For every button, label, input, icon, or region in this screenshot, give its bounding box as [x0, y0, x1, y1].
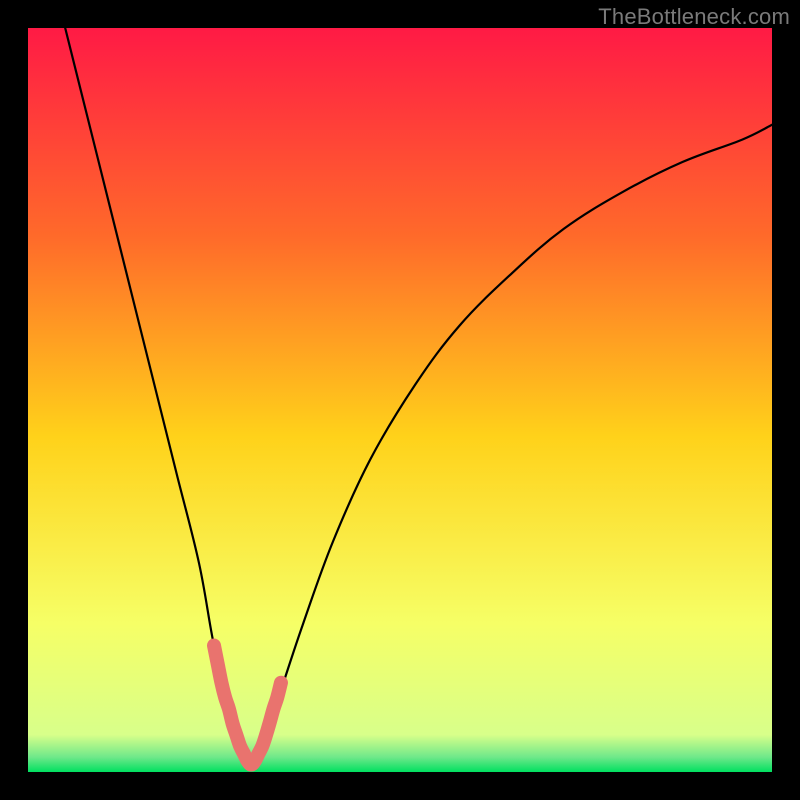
- outer-frame: TheBottleneck.com: [0, 0, 800, 800]
- chart-svg: [28, 28, 772, 772]
- chart-plot-area: [28, 28, 772, 772]
- gradient-background: [28, 28, 772, 772]
- watermark-text: TheBottleneck.com: [598, 4, 790, 30]
